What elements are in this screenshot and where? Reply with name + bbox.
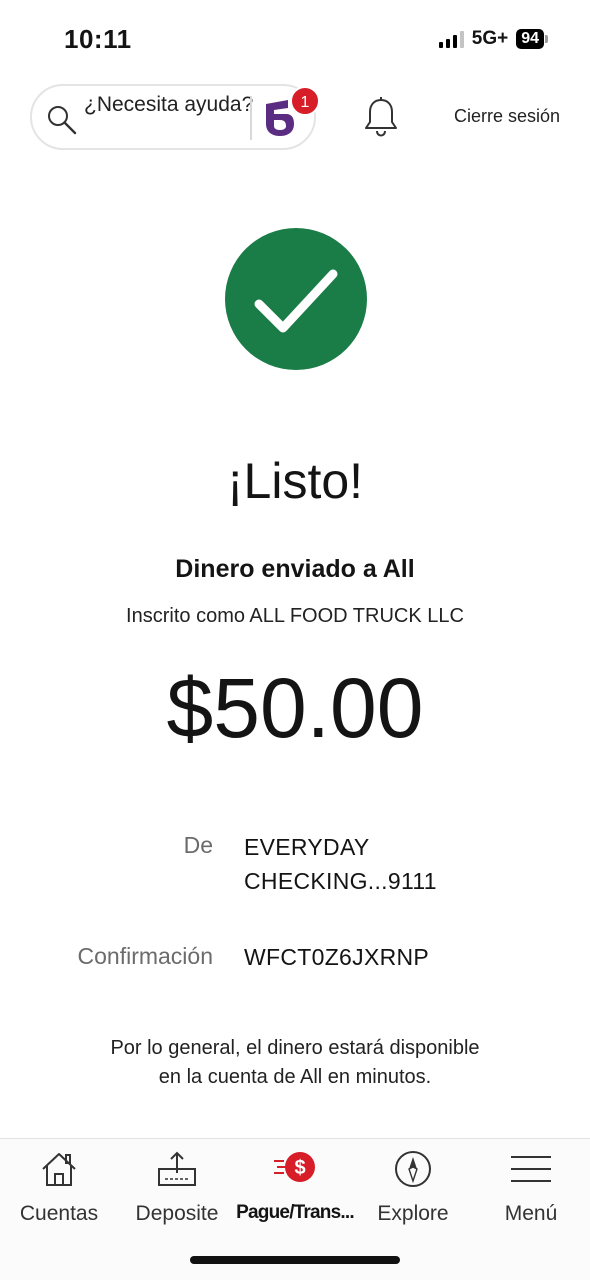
availability-note: Por lo general, el dinero estará disponi… (110, 1037, 480, 1088)
page-title: ¡Listo! (226, 453, 364, 509)
sent-to-heading: Dinero enviado a All (175, 555, 415, 583)
home-indicator[interactable] (190, 1256, 400, 1264)
nav-label: Pague/Trans... (236, 1202, 354, 1223)
enrolled-as-text: Inscrito como ALL FOOD TRUCK LLC (126, 605, 464, 627)
confirmation-number: WFCT0Z6JXRNP (244, 944, 430, 970)
from-label: De (183, 832, 213, 858)
success-check-icon (225, 228, 367, 370)
transfer-amount: $50.00 (166, 661, 424, 755)
notification-badge: 1 (290, 86, 320, 116)
nav-item-deposite[interactable]: Deposite (118, 1139, 236, 1239)
nav-label: Cuentas (19, 1202, 99, 1225)
confirmation-label: Confirmación (77, 943, 214, 969)
home-icon (42, 1153, 76, 1186)
battery-level: 94 (516, 29, 544, 49)
search-icon (48, 106, 77, 135)
help-search-bar[interactable]: ¿Necesita ayuda? 1 (30, 84, 320, 150)
network-type: 5G+ (471, 28, 509, 49)
nav-item-explore[interactable]: Explore (354, 1139, 472, 1239)
status-time: 10:11 (64, 24, 132, 54)
battery-icon: 94 (516, 29, 548, 49)
bell-icon[interactable] (362, 96, 400, 138)
logout-button[interactable]: Cierre sesión (454, 106, 560, 127)
help-search-text: ¿Necesita ayuda? (84, 93, 254, 116)
deposit-icon (158, 1151, 196, 1186)
nav-item-menu[interactable]: Menú (472, 1139, 590, 1239)
nav-label: Explore (377, 1202, 449, 1225)
nav-label: Menú (504, 1202, 558, 1225)
nav-label: Deposite (135, 1202, 219, 1225)
svg-text:$: $ (294, 1157, 305, 1179)
pay-transfer-icon: $ (274, 1152, 315, 1182)
divider (250, 96, 252, 140)
status-bar: 10:11 5G+ 94 (0, 0, 590, 70)
menu-icon (511, 1156, 551, 1182)
nav-item-cuentas[interactable]: Cuentas (0, 1139, 118, 1239)
status-indicators: 5G+ 94 (438, 28, 548, 50)
signal-icon (438, 30, 464, 48)
from-account-value: EVERYDAY CHECKING...9111 (244, 834, 437, 894)
nav-item-pague-trans[interactable]: $ Pague/Trans... (236, 1139, 355, 1239)
compass-icon (395, 1151, 431, 1187)
